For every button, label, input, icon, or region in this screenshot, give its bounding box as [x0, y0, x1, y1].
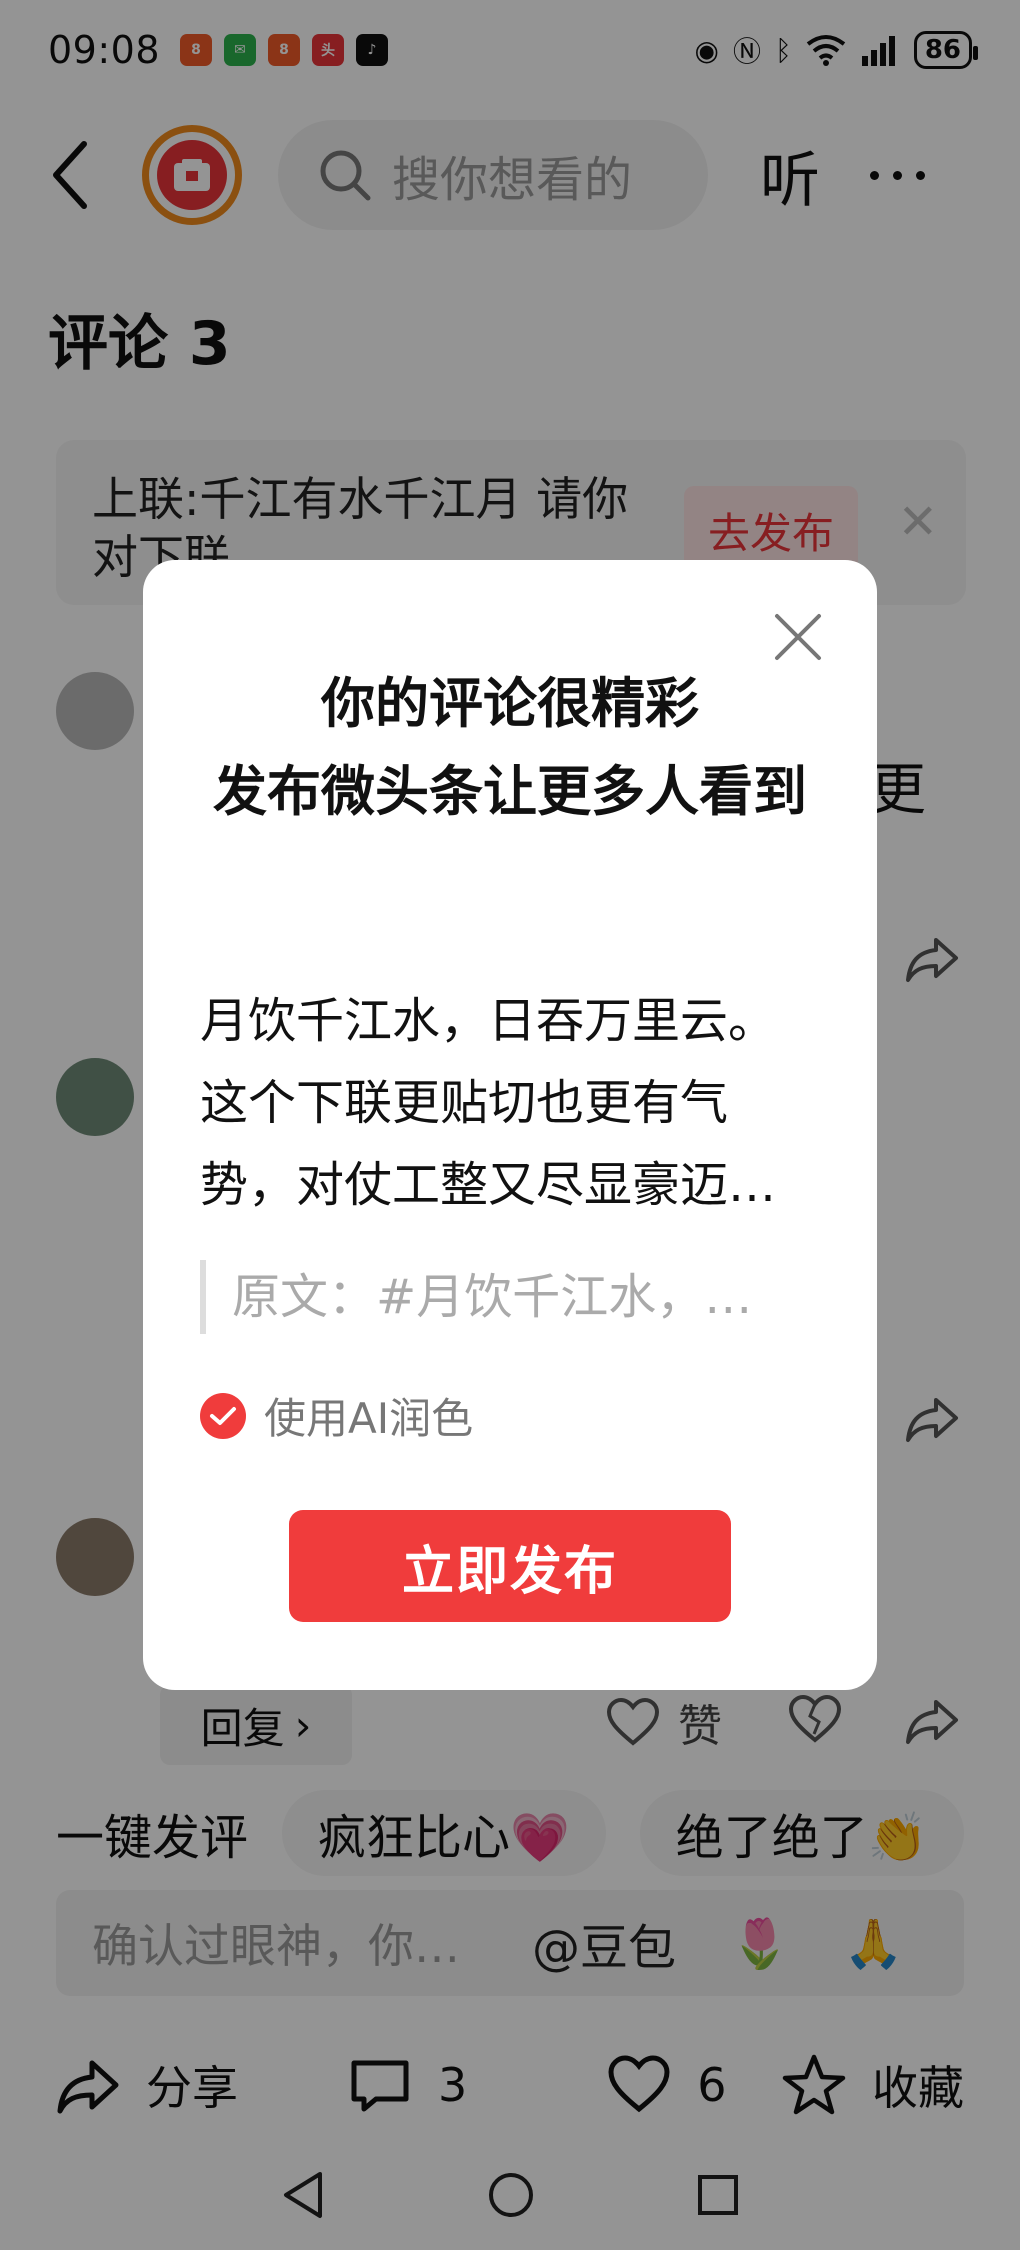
publish-now-button[interactable]: 立即发布 — [289, 1510, 731, 1622]
close-icon[interactable] — [773, 612, 823, 662]
dialog-body-text: 月饮千江水，日吞万里云。这个下联更贴切也更有气势，对仗工整又尽显豪迈… — [200, 993, 777, 1213]
publish-weitoutiao-dialog: 你的评论很精彩 发布微头条让更多人看到 月饮千江水，日吞万里云。这个下联更贴切也… — [143, 560, 877, 1690]
ai-polish-toggle[interactable]: 使用AI润色 — [200, 1385, 473, 1446]
original-comment-quote: 原文：#月饮千江水，… — [200, 1260, 780, 1334]
dialog-title: 你的评论很精彩 发布微头条让更多人看到 — [183, 660, 837, 836]
dialog-title-line2: 发布微头条让更多人看到 — [213, 760, 807, 823]
ai-polish-label: 使用AI润色 — [264, 1394, 474, 1443]
checkmark-icon — [200, 1392, 246, 1439]
dialog-title-line1: 你的评论很精彩 — [321, 672, 699, 735]
